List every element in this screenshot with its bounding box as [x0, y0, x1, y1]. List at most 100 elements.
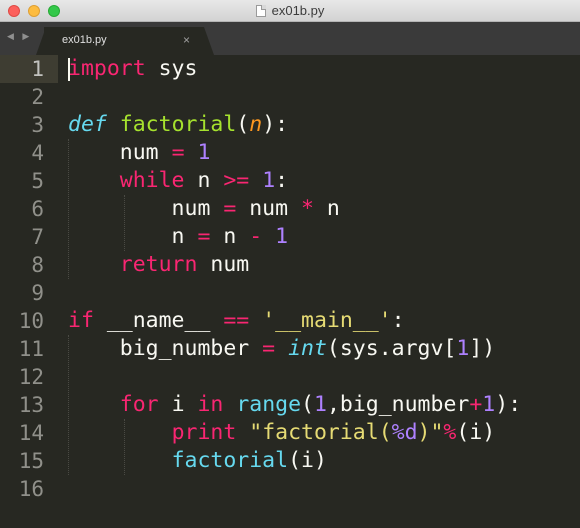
code-token: range: [236, 392, 302, 417]
code-token: %d: [391, 420, 418, 445]
code-line[interactable]: return num: [68, 251, 249, 279]
code-token: 1: [262, 168, 276, 193]
code-token: for: [119, 392, 159, 417]
line-number: 4: [31, 141, 44, 165]
line-number: 16: [18, 477, 44, 501]
code-line[interactable]: factorial(i): [68, 447, 327, 475]
indent-guide: [123, 419, 125, 475]
code-token: n: [210, 224, 250, 249]
code-token: "factorial(: [249, 420, 392, 445]
tab-ex01b[interactable]: ex01b.py ×: [44, 27, 204, 55]
code-token: (i): [456, 420, 496, 445]
code-token: =: [262, 336, 276, 361]
code-token: :: [275, 168, 289, 193]
line-number: 9: [31, 281, 44, 305]
line-number: 10: [18, 309, 44, 333]
code-token: big_number: [68, 336, 263, 361]
line-number: 13: [18, 393, 44, 417]
code-token: 1: [197, 140, 211, 165]
code-line[interactable]: while n >= 1:: [68, 167, 288, 195]
code-line[interactable]: def factorial(n):: [68, 111, 288, 139]
code-token: '__main__': [262, 308, 392, 333]
code-token: ,big_number: [326, 392, 470, 417]
code-token: )": [417, 420, 444, 445]
code-token: >=: [223, 168, 250, 193]
code-token: 1: [275, 224, 289, 249]
code-token: ]): [469, 336, 496, 361]
line-number: 1: [31, 57, 44, 81]
tab-close-icon[interactable]: ×: [183, 33, 190, 47]
code-token: print: [171, 420, 237, 445]
code-line[interactable]: import sys: [68, 55, 197, 83]
line-number: 8: [31, 253, 44, 277]
code-token: def: [68, 112, 107, 137]
code-line[interactable]: print "factorial(%d)"%(i): [68, 419, 496, 447]
code-token: i: [158, 392, 198, 417]
code-token: __name__: [93, 308, 224, 333]
code-line[interactable]: num = 1: [68, 139, 211, 167]
code-token: return: [119, 252, 198, 277]
code-token: 1: [482, 392, 496, 417]
code-token: while: [119, 168, 185, 193]
code-token: factorial: [171, 448, 289, 473]
code-token: if: [68, 308, 94, 333]
code-token: n: [249, 112, 263, 137]
code-token: ):: [262, 112, 289, 137]
line-number: 2: [31, 85, 44, 109]
window-title-text: ex01b.py: [271, 3, 325, 18]
indent-guide: [68, 139, 69, 279]
line-number: 12: [18, 365, 44, 389]
code-token: =: [197, 224, 211, 249]
tab-edge-right: [204, 27, 214, 55]
code-line[interactable]: for i in range(1,big_number+1):: [68, 391, 521, 419]
code-token: ==: [223, 308, 250, 333]
code-token: num: [236, 196, 302, 221]
code-line[interactable]: n = n - 1: [68, 223, 289, 251]
code-token: %: [443, 420, 457, 445]
tab-bar: ◀ ▶ ex01b.py ×: [0, 22, 580, 55]
code-token: n: [68, 224, 198, 249]
code-token: int: [288, 336, 327, 361]
code-token: (i): [288, 448, 327, 473]
code-line[interactable]: big_number = int(sys.argv[1]): [68, 335, 495, 363]
code-editor[interactable]: 1 2 3 4 5 6 7 8 9 10 11 12 13 14 15 16 import sys def fa…: [0, 55, 580, 528]
code-line[interactable]: num = num * n: [68, 195, 340, 223]
code-line[interactable]: if __name__ == '__main__':: [68, 307, 405, 335]
file-icon: [255, 5, 266, 17]
indent-guide: [123, 195, 125, 251]
code-token: (sys.argv[: [326, 336, 457, 361]
code-token: 1: [314, 392, 327, 417]
line-number: 7: [31, 225, 44, 249]
code-token: (: [301, 392, 314, 417]
line-number: 5: [31, 169, 44, 193]
text-cursor: [68, 58, 70, 81]
code-token: n: [184, 168, 224, 193]
code-token: import: [68, 56, 146, 81]
code-token: *: [301, 196, 314, 221]
indent-guide: [68, 335, 69, 475]
code-token: +: [469, 392, 483, 417]
line-number: 11: [18, 337, 44, 361]
tab-label: ex01b.py: [62, 34, 107, 46]
code-token: -: [249, 224, 263, 249]
code-token: (: [236, 112, 250, 137]
code-token: :: [391, 308, 405, 333]
window-titlebar: ex01b.py: [0, 0, 580, 22]
window-title: ex01b.py: [0, 3, 580, 18]
tab-navigation-arrows[interactable]: ◀ ▶: [7, 31, 32, 42]
code-token: num: [68, 196, 224, 221]
code-token: ):: [495, 392, 522, 417]
code-token: n: [313, 196, 340, 221]
